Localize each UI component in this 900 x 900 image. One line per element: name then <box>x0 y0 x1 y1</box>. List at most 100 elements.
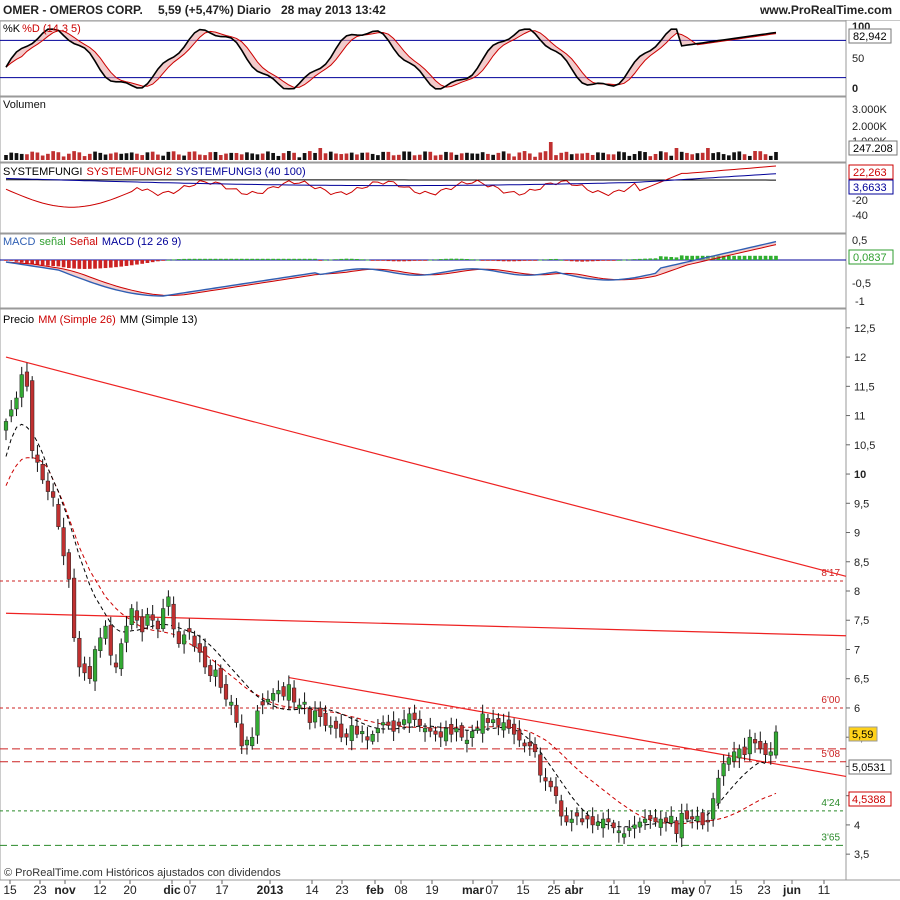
macd-hist-bar <box>637 258 642 260</box>
volume-bar <box>381 151 385 160</box>
volume-bar <box>9 152 14 160</box>
candle-body <box>622 833 627 838</box>
volume-bar <box>349 152 354 160</box>
candle-body <box>595 821 600 826</box>
volume-bar <box>737 151 742 160</box>
volume-bar <box>480 152 485 160</box>
candle-body <box>601 818 606 829</box>
macd-hist-bar <box>124 260 129 266</box>
volume-bar <box>313 152 317 160</box>
x-tick-label: abr <box>565 883 584 897</box>
candle-body <box>580 818 585 823</box>
volume-bar <box>19 153 24 160</box>
x-tick-label: 19 <box>425 883 439 897</box>
volume-bar <box>46 153 50 160</box>
volume-bar <box>444 151 448 160</box>
candle-body <box>773 731 779 756</box>
candle-body <box>553 786 559 796</box>
macd-hist-bar <box>569 260 574 262</box>
macd-hist-bar <box>46 260 50 266</box>
volume-bar <box>721 154 726 160</box>
macd-hist-bar <box>61 260 66 268</box>
macd-tick-05: 0,5 <box>852 235 867 247</box>
macd-hist-bar <box>527 260 532 261</box>
volume-bar <box>522 151 527 160</box>
macd-hist-bar <box>768 255 773 260</box>
volume-bar <box>554 155 558 160</box>
macd-hist-bar <box>255 258 260 260</box>
volume-bar <box>344 153 349 160</box>
macd-hist-bar <box>297 258 302 260</box>
volume-bar <box>250 153 255 160</box>
volume-bar <box>454 154 459 160</box>
candle-body <box>182 634 187 645</box>
volume-bar <box>281 153 286 160</box>
macd-hist-bar <box>203 258 207 260</box>
candle-body <box>19 374 24 398</box>
macd-hist-bar <box>559 259 564 261</box>
macd-hist-bar <box>260 258 265 260</box>
macd-hist-bar <box>77 260 82 269</box>
candle-body <box>98 637 103 651</box>
candle-body <box>72 577 77 639</box>
x-tick-label: 11 <box>608 883 621 897</box>
price-tick-label: 3,5 <box>854 849 869 861</box>
price-tick-label: 4 <box>854 820 860 832</box>
macd-hist-bar <box>245 258 249 260</box>
volume-bar <box>124 153 129 160</box>
macd-hist-bar <box>339 258 344 260</box>
candle-body <box>501 722 506 731</box>
volume-bar <box>501 151 506 160</box>
macd-hist-bar <box>438 259 443 260</box>
candle-body <box>470 731 475 738</box>
macd-hist-bar <box>533 260 537 261</box>
macd-hist-bar <box>596 260 600 262</box>
volume-bar <box>177 154 181 160</box>
macd-hist-bar <box>156 260 160 262</box>
chart-canvas[interactable]: 8'176'005'084'243'65 12,51211,51110,5109… <box>0 0 900 900</box>
candle-body <box>297 704 302 709</box>
macd-hist-bar <box>344 258 349 260</box>
candle-body <box>627 827 632 831</box>
volume-bar <box>51 151 55 160</box>
price-label-text: Precio <box>3 314 34 326</box>
macd-hist-bar <box>685 255 689 260</box>
macd-hist-bar <box>690 255 695 260</box>
candle-body <box>732 751 737 762</box>
candle-body <box>564 815 569 823</box>
volume-bar <box>260 153 265 160</box>
candle-body <box>92 649 98 682</box>
macd-hist-bar <box>281 258 286 260</box>
volume-bar <box>135 153 139 160</box>
volume-bar <box>229 152 234 160</box>
volume-bar <box>208 152 213 160</box>
volume-bar <box>742 154 747 160</box>
price-tick-label: 12 <box>854 352 866 364</box>
volume-bar <box>538 152 543 160</box>
candle-body <box>585 815 590 820</box>
sf3-label: SYSTEMFUNGI3 (40 100) <box>176 166 306 178</box>
candle-body <box>271 693 276 701</box>
macd-hist-bar <box>585 260 590 262</box>
volume-bar <box>302 153 307 160</box>
candle-body <box>276 690 281 695</box>
candle-body <box>491 719 496 723</box>
macd-hist-bar <box>737 255 742 260</box>
macd-hist-bar <box>103 260 108 269</box>
candle-body <box>9 409 14 417</box>
macd-hist-bar <box>575 260 579 262</box>
volume-bar <box>548 142 553 160</box>
candle-body <box>187 628 192 633</box>
candle-body <box>213 669 218 677</box>
candle-body <box>721 763 726 777</box>
macd-hist-bar <box>145 260 150 263</box>
price-tick-label: 6 <box>854 703 860 715</box>
volume-bar <box>575 153 579 160</box>
macd-hist-bar <box>171 259 176 261</box>
candle-body <box>684 810 690 820</box>
sf2-label: SYSTEMFUNGI2 <box>86 166 172 178</box>
volume-bar <box>763 154 768 160</box>
macd-hist-bar <box>517 260 522 262</box>
candle-body <box>758 741 763 750</box>
candle-body <box>616 830 621 834</box>
